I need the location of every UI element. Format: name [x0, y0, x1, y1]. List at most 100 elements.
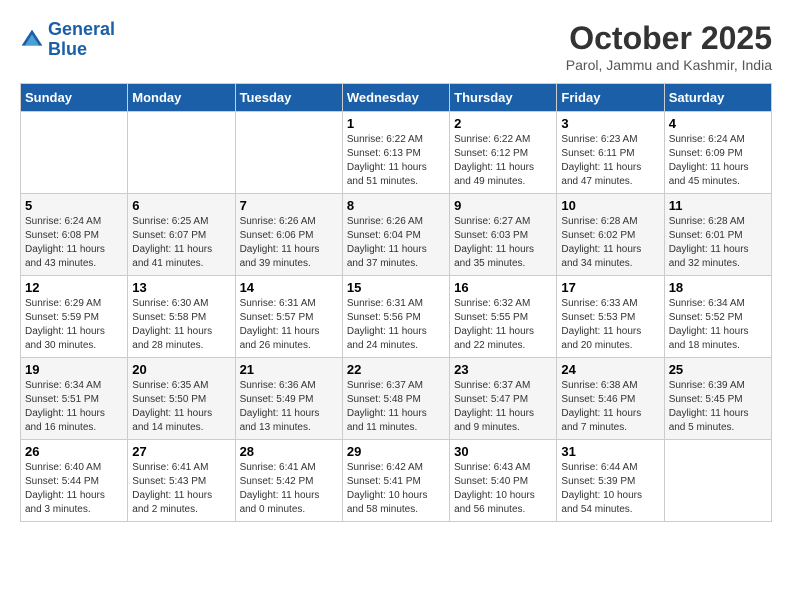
day-number: 4 — [669, 116, 767, 131]
calendar-cell: 13Sunrise: 6:30 AMSunset: 5:58 PMDayligh… — [128, 276, 235, 358]
weekday-header: Wednesday — [342, 84, 449, 112]
day-number: 15 — [347, 280, 445, 295]
day-detail: Sunrise: 6:36 AMSunset: 5:49 PMDaylight:… — [240, 379, 338, 435]
day-number: 14 — [240, 280, 338, 295]
day-number: 13 — [132, 280, 230, 295]
calendar-cell: 8 Sunrise: 6:26 AMSunset: 6:04 PMDaylight… — [342, 194, 449, 276]
day-detail: Sunrise: 6:23 AMSunset: 6:11 PMDaylight:… — [561, 133, 659, 189]
day-number: 6 — [132, 198, 230, 213]
day-number: 19 — [25, 362, 123, 377]
calendar-cell: 18Sunrise: 6:34 AMSunset: 5:52 PMDayligh… — [664, 276, 771, 358]
calendar-cell: 12 Sunrise: 6:29 AMSunset: 5:59 PMDayligh… — [21, 276, 128, 358]
day-detail: Sunrise: 6:32 AMSunset: 5:55 PMDaylight:… — [454, 297, 552, 353]
calendar-cell: 24Sunrise: 6:38 AMSunset: 5:46 PMDayligh… — [557, 358, 664, 440]
weekday-header: Sunday — [21, 84, 128, 112]
day-number: 30 — [454, 444, 552, 459]
calendar-cell: 30 Sunrise: 6:43 AMSunset: 5:40 PMDayligh… — [450, 440, 557, 522]
calendar-cell: 9 Sunrise: 6:27 AMSunset: 6:03 PMDaylight… — [450, 194, 557, 276]
logo-text: General Blue — [48, 20, 115, 60]
calendar-cell: 7 Sunrise: 6:26 AMSunset: 6:06 PMDaylight… — [235, 194, 342, 276]
day-detail: Sunrise: 6:28 AMSunset: 6:02 PMDaylight:… — [561, 215, 659, 271]
day-detail: Sunrise: 6:28 AMSunset: 6:01 PMDaylight:… — [669, 215, 767, 271]
weekday-header-row: SundayMondayTuesdayWednesdayThursdayFrid… — [21, 84, 772, 112]
day-detail: Sunrise: 6:25 AMSunset: 6:07 PMDaylight:… — [132, 215, 230, 271]
day-number: 10 — [561, 198, 659, 213]
weekday-header: Monday — [128, 84, 235, 112]
day-number: 23 — [454, 362, 552, 377]
calendar-cell — [21, 112, 128, 194]
calendar-cell — [664, 440, 771, 522]
calendar-cell: 16 Sunrise: 6:32 AMSunset: 5:55 PMDayligh… — [450, 276, 557, 358]
calendar-week-row: 5Sunrise: 6:24 AMSunset: 6:08 PMDaylight… — [21, 194, 772, 276]
calendar-cell: 1 Sunrise: 6:22 AMSunset: 6:13 PMDaylight… — [342, 112, 449, 194]
calendar-week-row: 19 Sunrise: 6:34 AMSunset: 5:51 PMDayligh… — [21, 358, 772, 440]
calendar-cell: 19 Sunrise: 6:34 AMSunset: 5:51 PMDayligh… — [21, 358, 128, 440]
calendar-cell: 28 Sunrise: 6:41 AMSunset: 5:42 PMDayligh… — [235, 440, 342, 522]
day-number: 21 — [240, 362, 338, 377]
day-number: 8 — [347, 198, 445, 213]
day-detail: Sunrise: 6:44 AMSunset: 5:39 PMDaylight:… — [561, 461, 659, 517]
day-detail: Sunrise: 6:26 AMSunset: 6:06 PMDaylight:… — [240, 215, 338, 271]
day-number: 31 — [561, 444, 659, 459]
calendar-week-row: 12 Sunrise: 6:29 AMSunset: 5:59 PMDayligh… — [21, 276, 772, 358]
day-number: 25 — [669, 362, 767, 377]
calendar-cell: 25 Sunrise: 6:39 AMSunset: 5:45 PMDayligh… — [664, 358, 771, 440]
day-detail: Sunrise: 6:41 AMSunset: 5:43 PMDaylight:… — [132, 461, 230, 517]
day-detail: Sunrise: 6:24 AMSunset: 6:09 PMDaylight:… — [669, 133, 767, 189]
day-number: 28 — [240, 444, 338, 459]
day-detail: Sunrise: 6:34 AMSunset: 5:51 PMDaylight:… — [25, 379, 123, 435]
weekday-header: Saturday — [664, 84, 771, 112]
day-detail: Sunrise: 6:39 AMSunset: 5:45 PMDaylight:… — [669, 379, 767, 435]
calendar-cell: 17 Sunrise: 6:33 AMSunset: 5:53 PMDayligh… — [557, 276, 664, 358]
day-detail: Sunrise: 6:22 AMSunset: 6:13 PMDaylight:… — [347, 133, 445, 189]
day-number: 16 — [454, 280, 552, 295]
calendar-cell: 27Sunrise: 6:41 AMSunset: 5:43 PMDayligh… — [128, 440, 235, 522]
day-detail: Sunrise: 6:33 AMSunset: 5:53 PMDaylight:… — [561, 297, 659, 353]
weekday-header: Tuesday — [235, 84, 342, 112]
day-detail: Sunrise: 6:29 AMSunset: 5:59 PMDaylight:… — [25, 297, 123, 353]
day-detail: Sunrise: 6:38 AMSunset: 5:46 PMDaylight:… — [561, 379, 659, 435]
day-detail: Sunrise: 6:41 AMSunset: 5:42 PMDaylight:… — [240, 461, 338, 517]
day-number: 18 — [669, 280, 767, 295]
day-detail: Sunrise: 6:37 AMSunset: 5:48 PMDaylight:… — [347, 379, 445, 435]
day-number: 22 — [347, 362, 445, 377]
day-detail: Sunrise: 6:24 AMSunset: 6:08 PMDaylight:… — [25, 215, 123, 271]
calendar-cell: 5Sunrise: 6:24 AMSunset: 6:08 PMDaylight… — [21, 194, 128, 276]
day-detail: Sunrise: 6:31 AMSunset: 5:56 PMDaylight:… — [347, 297, 445, 353]
weekday-header: Friday — [557, 84, 664, 112]
calendar-table: SundayMondayTuesdayWednesdayThursdayFrid… — [20, 83, 772, 522]
calendar-cell: 15 Sunrise: 6:31 AMSunset: 5:56 PMDayligh… — [342, 276, 449, 358]
day-detail: Sunrise: 6:37 AMSunset: 5:47 PMDaylight:… — [454, 379, 552, 435]
day-number: 12 — [25, 280, 123, 295]
page-header: General Blue October 2025 Parol, Jammu a… — [20, 20, 772, 73]
calendar-week-row: 1 Sunrise: 6:22 AMSunset: 6:13 PMDaylight… — [21, 112, 772, 194]
day-number: 26 — [25, 444, 123, 459]
calendar-cell: 6 Sunrise: 6:25 AMSunset: 6:07 PMDaylight… — [128, 194, 235, 276]
calendar-cell: 22 Sunrise: 6:37 AMSunset: 5:48 PMDayligh… — [342, 358, 449, 440]
title-block: October 2025 Parol, Jammu and Kashmir, I… — [566, 20, 772, 73]
day-number: 29 — [347, 444, 445, 459]
day-detail: Sunrise: 6:31 AMSunset: 5:57 PMDaylight:… — [240, 297, 338, 353]
calendar-cell: 26 Sunrise: 6:40 AMSunset: 5:44 PMDayligh… — [21, 440, 128, 522]
location-subtitle: Parol, Jammu and Kashmir, India — [566, 57, 772, 73]
calendar-cell: 31 Sunrise: 6:44 AMSunset: 5:39 PMDayligh… — [557, 440, 664, 522]
day-detail: Sunrise: 6:22 AMSunset: 6:12 PMDaylight:… — [454, 133, 552, 189]
logo-icon — [20, 28, 44, 52]
logo-general: General — [48, 19, 115, 39]
day-detail: Sunrise: 6:40 AMSunset: 5:44 PMDaylight:… — [25, 461, 123, 517]
calendar-cell: 14 Sunrise: 6:31 AMSunset: 5:57 PMDayligh… — [235, 276, 342, 358]
day-number: 7 — [240, 198, 338, 213]
calendar-cell: 2Sunrise: 6:22 AMSunset: 6:12 PMDaylight… — [450, 112, 557, 194]
calendar-cell: 3Sunrise: 6:23 AMSunset: 6:11 PMDaylight… — [557, 112, 664, 194]
weekday-header: Thursday — [450, 84, 557, 112]
calendar-cell: 4 Sunrise: 6:24 AMSunset: 6:09 PMDaylight… — [664, 112, 771, 194]
day-detail: Sunrise: 6:35 AMSunset: 5:50 PMDaylight:… — [132, 379, 230, 435]
day-detail: Sunrise: 6:26 AMSunset: 6:04 PMDaylight:… — [347, 215, 445, 271]
day-detail: Sunrise: 6:42 AMSunset: 5:41 PMDaylight:… — [347, 461, 445, 517]
day-number: 9 — [454, 198, 552, 213]
day-number: 1 — [347, 116, 445, 131]
day-detail: Sunrise: 6:43 AMSunset: 5:40 PMDaylight:… — [454, 461, 552, 517]
calendar-week-row: 26 Sunrise: 6:40 AMSunset: 5:44 PMDayligh… — [21, 440, 772, 522]
day-detail: Sunrise: 6:27 AMSunset: 6:03 PMDaylight:… — [454, 215, 552, 271]
day-number: 17 — [561, 280, 659, 295]
